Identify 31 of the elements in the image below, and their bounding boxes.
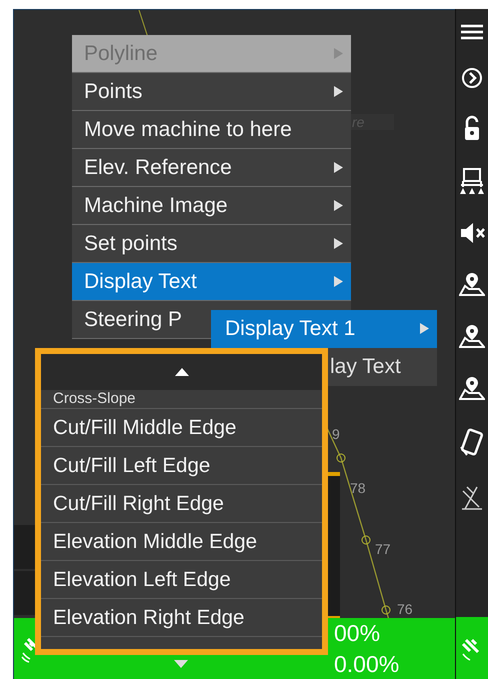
station-label: 9 [332,426,340,442]
menu-item[interactable]: Display Text [72,263,351,301]
map-pin-icon[interactable] [459,323,485,349]
map-pin-icon[interactable] [459,375,485,401]
submenu-arrow-icon [334,276,343,287]
submenu-arrow-icon [420,323,429,334]
machine-icon[interactable] [459,167,485,195]
submenu-arrow-icon [334,238,343,249]
speaker-muted-icon[interactable] [459,221,485,245]
submenu-arrow-icon [334,200,343,211]
submenu-arrow-icon [334,162,343,173]
menu-item[interactable]: Display Text 1 [211,310,437,348]
station-label: 78 [350,480,366,496]
menu-item[interactable]: Machine Image [72,187,351,225]
chevron-circle-icon[interactable] [461,67,483,89]
submenu-arrow-icon [334,86,343,97]
lock-icon[interactable] [463,115,481,141]
menu-item[interactable]: Move machine to here [72,111,351,149]
submenu-arrow-icon [334,48,343,59]
menu-item[interactable]: Elev. Reference [72,149,351,187]
percent-readout: 0.00% [334,650,400,679]
list-item[interactable]: Cross-Slope [41,390,322,409]
menu-icon[interactable] [461,23,483,41]
device-icon[interactable] [459,427,485,457]
station-label: 76 [397,601,413,617]
menu-item[interactable]: Set points [72,225,351,263]
map-pin-icon[interactable] [459,271,485,297]
scroll-up-arrow-icon[interactable] [174,368,188,376]
menu-item[interactable]: Points [72,73,351,111]
station-label: 77 [375,541,391,557]
percent-readout: 00% [334,619,382,648]
